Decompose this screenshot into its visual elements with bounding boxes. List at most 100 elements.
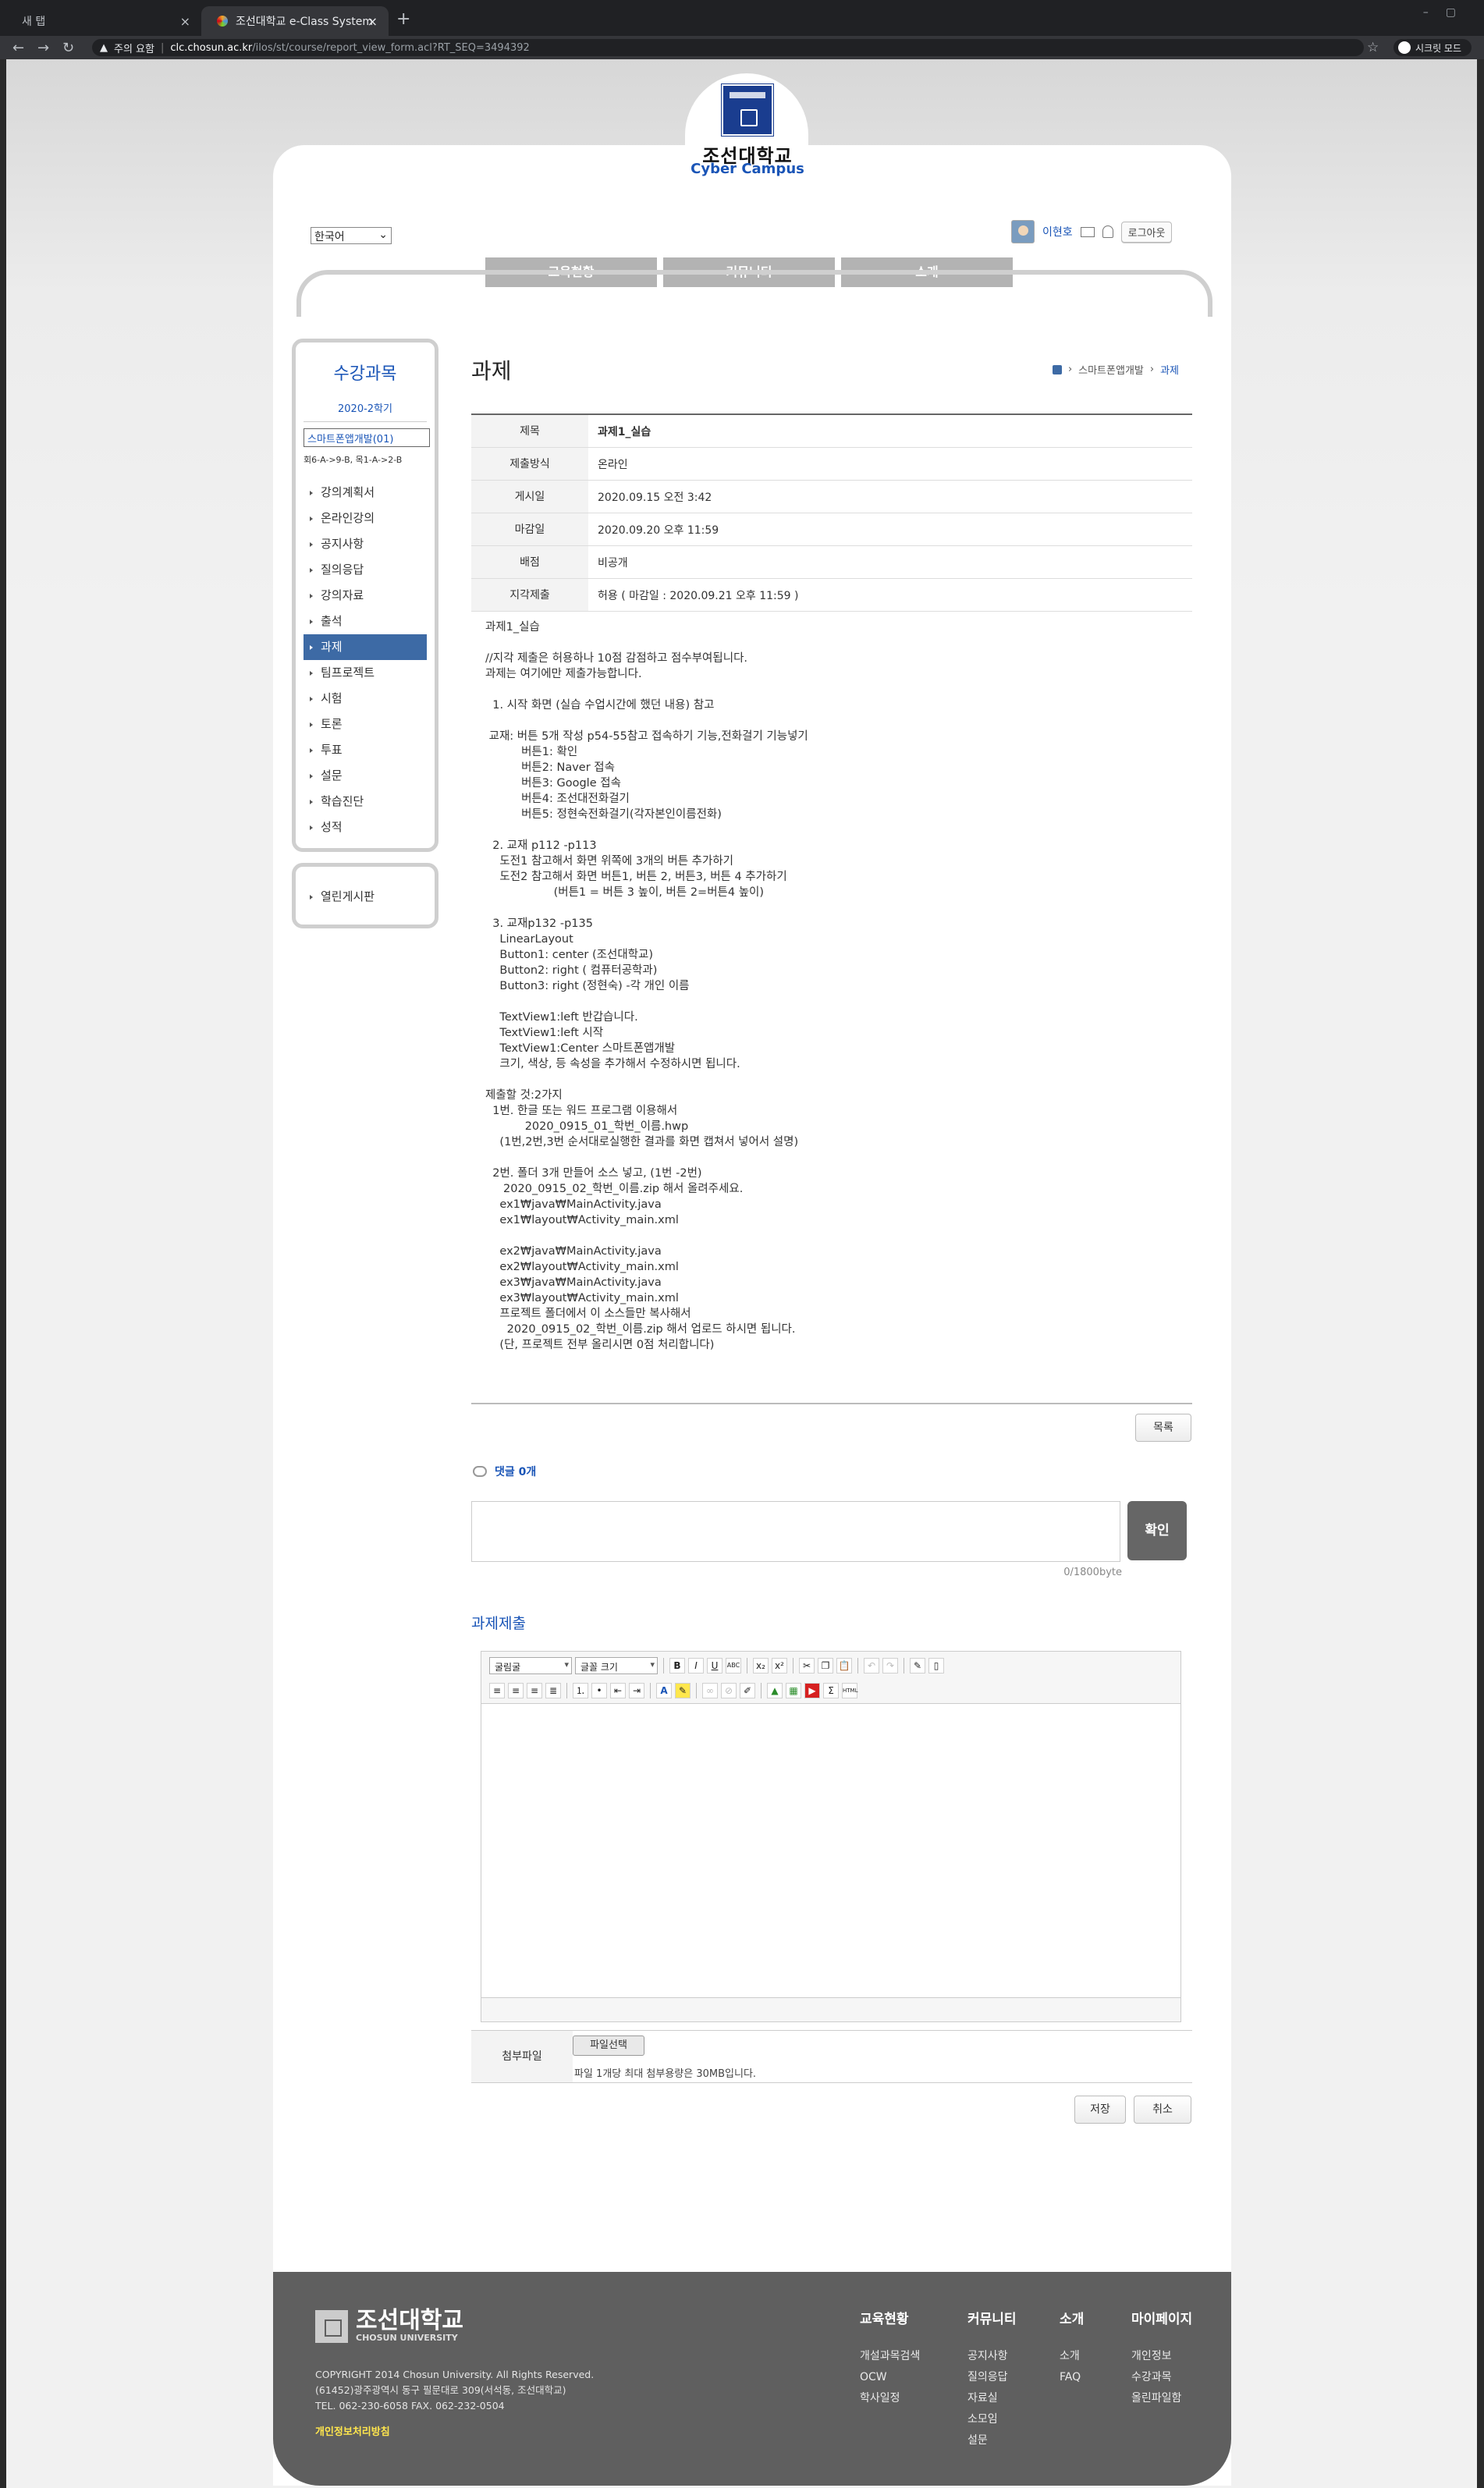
file-select-button[interactable]: 파일선택 bbox=[573, 2035, 644, 2056]
footer-link[interactable]: 개인정보 bbox=[1131, 2346, 1192, 2367]
reload-icon[interactable]: ↻ bbox=[62, 40, 74, 56]
home-icon[interactable] bbox=[1052, 364, 1062, 374]
sidebar-item[interactable]: 설문 bbox=[304, 763, 427, 789]
comment-count[interactable]: 댓글 0개 bbox=[495, 1464, 536, 1479]
font-size-select[interactable]: 글꼴 크기 bbox=[575, 1657, 658, 1674]
justify-icon[interactable]: ≣ bbox=[545, 1683, 561, 1698]
mail-icon[interactable] bbox=[1080, 226, 1095, 237]
footer-link[interactable]: 올린파일함 bbox=[1131, 2388, 1192, 2409]
clear-format-icon[interactable]: ✎ bbox=[910, 1658, 925, 1673]
browser-tab-eclass[interactable]: 조선대학교 e-Class System × bbox=[201, 6, 389, 36]
sidebar-item[interactable]: 팀프로젝트 bbox=[304, 660, 427, 686]
unlink-icon[interactable]: ⊘ bbox=[721, 1683, 737, 1698]
strikethrough-icon[interactable]: ABC bbox=[726, 1658, 741, 1673]
footer-link[interactable]: 자료실 bbox=[967, 2388, 1017, 2409]
footer-logo[interactable]: 조선대학교 CHOSUN UNIVERSITY bbox=[315, 2309, 463, 2343]
sidebar-item[interactable]: 온라인강의 bbox=[304, 506, 427, 531]
subscript-icon[interactable]: x₂ bbox=[753, 1658, 769, 1673]
sidebar-item[interactable]: 강의자료 bbox=[304, 583, 427, 609]
footer-link[interactable]: 소모임 bbox=[967, 2409, 1017, 2430]
cancel-button[interactable]: 취소 bbox=[1134, 2096, 1191, 2124]
bold-icon[interactable]: B bbox=[669, 1658, 685, 1673]
footer-link[interactable]: 질의응답 bbox=[967, 2367, 1017, 2388]
logout-button[interactable]: 로그아웃 bbox=[1120, 221, 1173, 243]
sidebar-item[interactable]: 학습진단 bbox=[304, 789, 427, 815]
incognito-indicator[interactable]: 시크릿 모드 bbox=[1393, 39, 1472, 56]
indent-icon[interactable]: ⇥ bbox=[629, 1683, 644, 1698]
sidebar-item[interactable]: 투표 bbox=[304, 737, 427, 763]
university-emblem-icon[interactable] bbox=[721, 83, 774, 137]
language-select[interactable]: 한국어 ⌄ bbox=[311, 227, 392, 244]
new-document-icon[interactable]: ▯ bbox=[928, 1658, 944, 1673]
editor-content-area[interactable] bbox=[481, 1703, 1180, 1998]
divider bbox=[650, 1683, 651, 1698]
footer-link[interactable]: 수강과목 bbox=[1131, 2367, 1192, 2388]
italic-icon[interactable]: I bbox=[688, 1658, 704, 1673]
sidebar-item[interactable]: 공지사항 bbox=[304, 531, 427, 557]
list-button[interactable]: 목록 bbox=[1135, 1414, 1191, 1442]
sidebar-item-open-board[interactable]: 열린게시판 bbox=[304, 884, 427, 910]
sidebar-item[interactable]: 출석 bbox=[304, 609, 427, 634]
star-icon[interactable]: ☆ bbox=[1367, 40, 1379, 55]
footer-link[interactable]: 설문 bbox=[967, 2430, 1017, 2451]
redo-icon[interactable]: ↷ bbox=[882, 1658, 898, 1673]
edit-icon[interactable]: ✐ bbox=[740, 1683, 755, 1698]
bell-icon[interactable] bbox=[1102, 225, 1113, 238]
align-center-icon[interactable]: ≡ bbox=[508, 1683, 524, 1698]
underline-icon[interactable]: U bbox=[707, 1658, 722, 1673]
sidebar-item[interactable]: 질의응답 bbox=[304, 557, 427, 583]
formula-icon[interactable]: Σ bbox=[823, 1683, 839, 1698]
user-name[interactable]: 이현호 bbox=[1042, 224, 1073, 240]
footer-link[interactable]: 학사일정 bbox=[860, 2388, 920, 2409]
outdent-icon[interactable]: ⇤ bbox=[610, 1683, 626, 1698]
sidebar-item[interactable]: 성적 bbox=[304, 815, 427, 840]
footer-column-title[interactable]: 마이페이지 bbox=[1131, 2308, 1192, 2327]
privacy-policy-link[interactable]: 개인정보처리방침 bbox=[315, 2423, 390, 2438]
video-icon[interactable]: ▶ bbox=[804, 1683, 820, 1698]
footer-link[interactable]: 공지사항 bbox=[967, 2346, 1017, 2367]
footer-link[interactable]: OCW bbox=[860, 2367, 920, 2388]
brand-english[interactable]: Cyber Campus bbox=[685, 161, 810, 177]
font-family-select[interactable]: 굴림굴 bbox=[489, 1657, 572, 1674]
footer-column-title[interactable]: 커뮤니티 bbox=[967, 2308, 1017, 2327]
plus-icon[interactable]: + bbox=[396, 9, 410, 29]
browser-tab-new[interactable]: 새 탭 × bbox=[6, 6, 201, 36]
footer-link[interactable]: 소개 bbox=[1060, 2346, 1084, 2367]
back-icon[interactable]: ← bbox=[12, 40, 24, 56]
window-controls[interactable]: –▢ bbox=[1423, 6, 1473, 19]
course-select[interactable]: 스마트폰앱개발(01) bbox=[304, 428, 430, 447]
font-color-icon[interactable]: A bbox=[656, 1683, 672, 1698]
comment-submit-button[interactable]: 확인 bbox=[1127, 1501, 1187, 1560]
image-icon[interactable]: ▲ bbox=[767, 1683, 783, 1698]
forward-icon[interactable]: → bbox=[37, 40, 49, 56]
table-icon[interactable]: ▦ bbox=[786, 1683, 801, 1698]
html-icon[interactable]: HTML bbox=[842, 1683, 857, 1698]
footer-column-title[interactable]: 소개 bbox=[1060, 2308, 1084, 2327]
sidebar-item[interactable]: 강의계획서 bbox=[304, 480, 427, 506]
footer-link[interactable]: FAQ bbox=[1060, 2367, 1084, 2388]
avatar[interactable] bbox=[1011, 220, 1035, 243]
save-button[interactable]: 저장 bbox=[1074, 2096, 1126, 2124]
undo-icon[interactable]: ↶ bbox=[864, 1658, 879, 1673]
paste-icon[interactable]: 📋 bbox=[836, 1658, 852, 1673]
sidebar-item[interactable]: 토론 bbox=[304, 712, 427, 737]
sidebar-item[interactable]: 과제 bbox=[304, 634, 427, 660]
align-left-icon[interactable]: ≡ bbox=[489, 1683, 505, 1698]
sidebar-item[interactable]: 시험 bbox=[304, 686, 427, 712]
breadcrumb-course[interactable]: 스마트폰앱개발 bbox=[1078, 362, 1144, 377]
copy-icon[interactable]: ❐ bbox=[818, 1658, 833, 1673]
url-input[interactable]: ▲ 주의 요함 | clc.chosun.ac.kr /ilos/st/cour… bbox=[92, 39, 1364, 56]
bullet-list-icon[interactable]: • bbox=[591, 1683, 607, 1698]
superscript-icon[interactable]: x² bbox=[772, 1658, 787, 1673]
ordered-list-icon[interactable]: ⒈ bbox=[573, 1683, 588, 1698]
footer-link[interactable]: 개설과목검색 bbox=[860, 2346, 920, 2367]
scrollbar[interactable] bbox=[1477, 59, 1484, 2488]
link-icon[interactable]: ∞ bbox=[702, 1683, 718, 1698]
close-icon[interactable]: × bbox=[180, 14, 190, 29]
cut-icon[interactable]: ✂ bbox=[799, 1658, 815, 1673]
close-icon[interactable]: × bbox=[367, 14, 378, 29]
comment-input[interactable] bbox=[471, 1501, 1120, 1562]
highlight-icon[interactable]: ✎ bbox=[675, 1683, 691, 1698]
footer-column-title[interactable]: 교육현황 bbox=[860, 2308, 920, 2327]
align-right-icon[interactable]: ≡ bbox=[527, 1683, 542, 1698]
